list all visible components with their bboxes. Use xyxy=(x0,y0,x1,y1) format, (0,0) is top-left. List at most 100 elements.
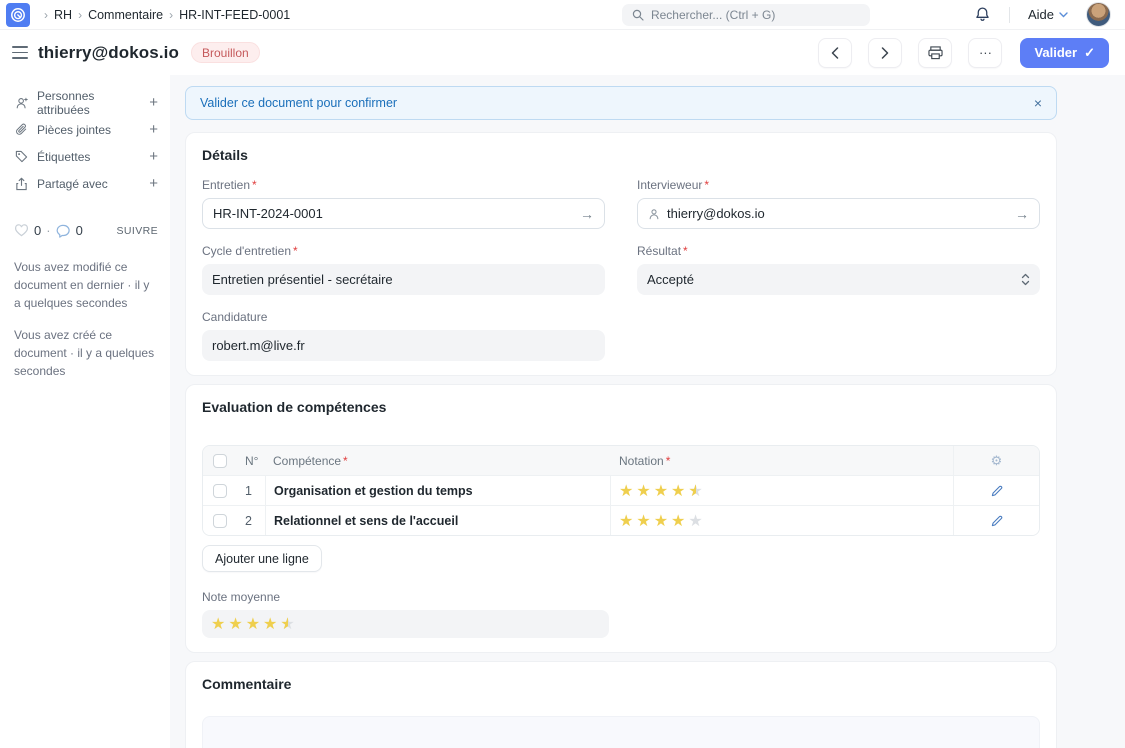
sidebar-item-shared[interactable]: Partagé avec + xyxy=(14,170,158,197)
table-row: 2 Relationnel et sens de l'accueil ★★★★★ xyxy=(203,505,1039,535)
required-marker: * xyxy=(666,454,671,468)
notifications-bell-icon[interactable] xyxy=(974,6,991,23)
section-skill-assessment: Evaluation de compétences N° Compétence*… xyxy=(185,384,1057,653)
add-row-button[interactable]: Ajouter une ligne xyxy=(202,545,322,572)
competence-cell[interactable]: Organisation et gestion du temps xyxy=(265,476,611,505)
global-search-input[interactable]: Rechercher... (Ctrl + G) xyxy=(622,4,870,26)
average-rating-field[interactable]: ★★★★★★ xyxy=(202,610,609,638)
field-intervieweur: Intervieweur* thierry@dokos.io → xyxy=(637,178,1040,229)
breadcrumb-item-document[interactable]: HR-INT-FEED-0001 xyxy=(179,8,290,22)
row-index: 2 xyxy=(237,506,265,535)
cycle-value: Entretien présentiel - secrétaire xyxy=(212,272,595,287)
section-title-comment: Commentaire xyxy=(202,676,1040,692)
user-avatar[interactable] xyxy=(1086,2,1111,27)
add-attachment-button[interactable]: + xyxy=(149,121,158,138)
resultat-value: Accepté xyxy=(647,272,1021,287)
entretien-value: HR-INT-2024-0001 xyxy=(213,206,580,221)
table-row: 1 Organisation et gestion du temps ★★★★★… xyxy=(203,475,1039,505)
table-settings-gear-icon[interactable]: ⚙ xyxy=(953,446,1039,475)
section-title-details: Détails xyxy=(202,147,1040,163)
select-all-checkbox[interactable] xyxy=(213,454,227,468)
pencil-icon xyxy=(991,515,1003,527)
top-navbar: › RH › Commentaire › HR-INT-FEED-0001 Re… xyxy=(0,0,1125,30)
banner-close-icon[interactable]: × xyxy=(1034,95,1042,111)
skills-table-header: N° Compétence* Notation* ⚙ xyxy=(203,446,1039,475)
open-link-arrow-icon[interactable]: → xyxy=(580,206,594,222)
search-icon xyxy=(632,9,644,21)
rating-cell[interactable]: ★★★★★★ xyxy=(611,476,953,505)
add-assignment-button[interactable]: + xyxy=(149,94,158,111)
prev-document-button[interactable] xyxy=(818,38,852,68)
print-button[interactable] xyxy=(918,38,952,68)
add-share-button[interactable]: + xyxy=(149,175,158,192)
edit-row-button[interactable] xyxy=(953,506,1039,535)
status-badge: Brouillon xyxy=(191,42,260,63)
open-link-arrow-icon[interactable]: → xyxy=(1015,206,1029,222)
checkmark-icon: ✓ xyxy=(1084,45,1095,61)
field-entretien: Entretien* HR-INT-2024-0001 → xyxy=(202,178,605,229)
help-label: Aide xyxy=(1028,7,1054,22)
sidebar-item-attachments[interactable]: Pièces jointes + xyxy=(14,116,158,143)
row-checkbox[interactable] xyxy=(213,514,227,528)
next-document-button[interactable] xyxy=(868,38,902,68)
sidebar-item-tags[interactable]: Étiquettes + xyxy=(14,143,158,170)
created-info: Vous avez créé ce document · il y a quel… xyxy=(14,326,158,380)
chevron-down-icon xyxy=(1059,12,1068,18)
required-marker: * xyxy=(343,454,348,468)
intervieweur-link-input[interactable]: thierry@dokos.io → xyxy=(637,198,1040,229)
page-title: thierry@dokos.io xyxy=(38,43,179,63)
competence-cell[interactable]: Relationnel et sens de l'accueil xyxy=(265,506,611,535)
sidebar-toggle-icon[interactable] xyxy=(12,46,28,59)
navbar-divider xyxy=(1009,7,1010,23)
row-checkbox[interactable] xyxy=(213,484,227,498)
tag-icon xyxy=(14,150,29,163)
breadcrumb-separator: › xyxy=(169,8,173,22)
rating-cell[interactable]: ★★★★★ xyxy=(611,506,953,535)
field-candidature: Candidature robert.m@live.fr xyxy=(202,310,605,361)
sidebar-item-label: Personnes attribuées xyxy=(37,89,141,117)
help-dropdown[interactable]: Aide xyxy=(1028,7,1068,22)
validate-label: Valider xyxy=(1034,45,1077,60)
section-title-skills: Evaluation de compétences xyxy=(202,399,1040,415)
follow-button[interactable]: SUIVRE xyxy=(117,225,159,237)
more-actions-button[interactable]: ··· xyxy=(968,38,1002,68)
breadcrumb-item-commentaire[interactable]: Commentaire xyxy=(88,8,163,22)
section-details: Détails Entretien* HR-INT-2024-0001 → In… xyxy=(185,132,1057,376)
resultat-select[interactable]: Accepté xyxy=(637,264,1040,295)
sidebar-item-label: Étiquettes xyxy=(37,150,141,164)
cycle-input[interactable]: Entretien présentiel - secrétaire xyxy=(202,264,605,295)
intervieweur-value: thierry@dokos.io xyxy=(667,206,1015,221)
search-placeholder: Rechercher... (Ctrl + G) xyxy=(651,8,775,22)
banner-message: Valider ce document pour confirmer xyxy=(200,96,397,110)
field-resultat: Résultat* Accepté xyxy=(637,244,1040,295)
select-chevrons-icon xyxy=(1021,273,1030,286)
required-marker: * xyxy=(704,178,709,192)
col-header-no: N° xyxy=(237,446,265,475)
comment-bubble-icon[interactable] xyxy=(56,224,71,238)
breadcrumb-separator: › xyxy=(78,8,82,22)
validate-button[interactable]: Valider ✓ xyxy=(1020,38,1109,68)
candidature-value: robert.m@live.fr xyxy=(212,338,595,353)
social-row: 0 · 0 SUIVRE xyxy=(14,223,158,238)
share-icon xyxy=(14,177,29,191)
paperclip-icon xyxy=(14,123,29,137)
section-comment: Commentaire xyxy=(185,661,1057,748)
app-logo-icon[interactable] xyxy=(6,3,30,27)
breadcrumb-item-rh[interactable]: RH xyxy=(54,8,72,22)
add-tag-button[interactable]: + xyxy=(149,148,158,165)
candidature-input[interactable]: robert.m@live.fr xyxy=(202,330,605,361)
field-cycle: Cycle d'entretien* Entretien présentiel … xyxy=(202,244,605,295)
document-sidebar: Personnes attribuées + Pièces jointes + … xyxy=(0,75,170,748)
required-marker: * xyxy=(683,244,688,258)
heart-icon[interactable] xyxy=(14,224,29,237)
comments-count[interactable]: 0 xyxy=(76,223,83,238)
likes-count[interactable]: 0 xyxy=(34,223,41,238)
printer-icon xyxy=(928,46,943,60)
skills-table: N° Compétence* Notation* ⚙ 1 Organisatio… xyxy=(202,445,1040,536)
sidebar-item-assigned[interactable]: Personnes attribuées + xyxy=(14,89,158,116)
edit-row-button[interactable] xyxy=(953,476,1039,505)
comment-editor[interactable] xyxy=(202,716,1040,748)
breadcrumb: › RH › Commentaire › HR-INT-FEED-0001 xyxy=(44,8,290,22)
form-body: Valider ce document pour confirmer × Dét… xyxy=(170,75,1125,748)
entretien-link-input[interactable]: HR-INT-2024-0001 → xyxy=(202,198,605,229)
